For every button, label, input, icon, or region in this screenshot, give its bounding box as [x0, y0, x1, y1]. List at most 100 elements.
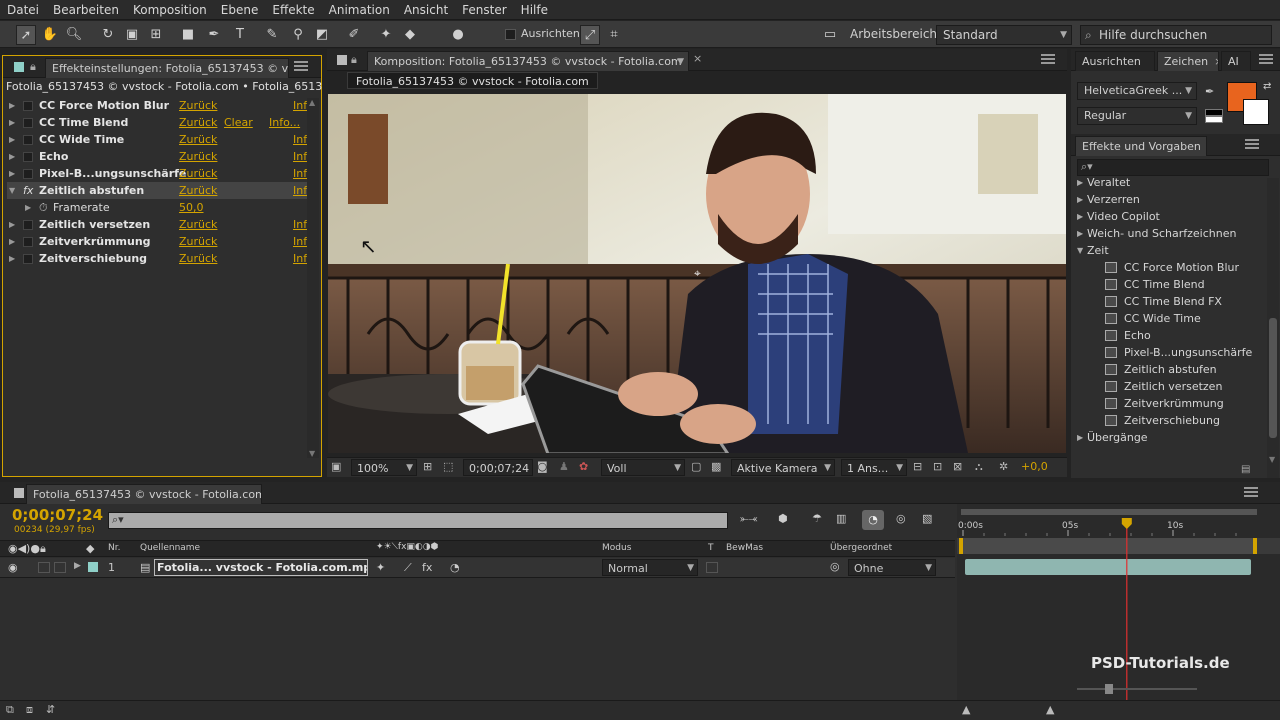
property-row[interactable]: ▶ ⏱ Framerate 50,0 [7, 199, 307, 216]
menu-item-6[interactable]: Ansicht [397, 0, 455, 20]
in-out-icon[interactable]: ⇵ [46, 703, 55, 716]
swap-colors-icon[interactable]: ⇄ [1263, 81, 1271, 92]
effect-enable-checkbox[interactable] [23, 152, 33, 162]
expand-triangle-icon[interactable]: ▶ [25, 199, 31, 216]
effect-info-link[interactable]: Inf [293, 97, 307, 114]
preset-item[interactable]: Zeitlich versetzen [1071, 378, 1266, 395]
selection-tool-icon[interactable]: ➚ [16, 25, 36, 45]
timeline-search-input[interactable]: ⌕▾ [108, 512, 728, 529]
draft-3d-icon[interactable]: ⬢ [778, 512, 788, 525]
menu-item-3[interactable]: Ebene [214, 0, 266, 20]
expand-triangle-icon[interactable]: ▶ [9, 131, 15, 148]
quality-switch-icon[interactable]: ⟋ [404, 561, 412, 575]
label-color-icon[interactable] [88, 562, 98, 572]
anchor-point-icon[interactable]: ⌖ [694, 266, 701, 281]
zoom-slider-handle[interactable] [1105, 684, 1113, 694]
camera-dropdown[interactable]: Aktive Kamera ▼ [731, 459, 835, 476]
effect-reset-link[interactable]: Zurück [179, 165, 217, 182]
effect-reset-link[interactable]: Zurück [179, 97, 217, 114]
modes-icon[interactable]: ⧈ [26, 703, 33, 717]
panel-menu-icon[interactable] [1259, 54, 1273, 64]
fast-previews-icon[interactable]: ⊡ [933, 460, 942, 473]
exposure-reset-icon[interactable]: ✲ [999, 460, 1008, 473]
roto-brush-tool-icon[interactable]: ✐ [344, 25, 364, 45]
timeline-icon[interactable]: ⊠ [953, 460, 962, 473]
tab-timeline[interactable]: Fotolia_65137453 © vvstock - Fotolia.com… [26, 484, 262, 504]
menu-item-2[interactable]: Komposition [126, 0, 214, 20]
camera-tool-icon[interactable]: ▣ [122, 25, 142, 45]
hand-tool-icon[interactable]: ✋ [40, 25, 60, 45]
effect-row[interactable]: ▶ Echo Zurück Inf [7, 148, 307, 165]
preset-category[interactable]: ▶ Veraltet [1071, 174, 1266, 191]
expand-triangle-icon[interactable]: ▼ [9, 182, 15, 199]
preset-item[interactable]: CC Force Motion Blur [1071, 259, 1266, 276]
effect-row[interactable]: ▼ fx Zeitlich abstufen Zurück Inf [7, 182, 307, 199]
effect-reset-link[interactable]: Zurück [179, 233, 217, 250]
table-row[interactable]: ◉ ▶ 1 ▤ Fotolia... vvstock - Fotolia.com… [0, 558, 955, 578]
scrollbar[interactable]: ▲ ▼ [307, 98, 319, 458]
property-value[interactable]: 50,0 [179, 199, 204, 216]
fx-icon[interactable]: fx [23, 182, 33, 199]
expand-triangle-icon[interactable]: ▶ [1077, 429, 1083, 446]
tab-character[interactable]: Zeichen× [1157, 51, 1219, 71]
tab-align[interactable]: Ausrichten [1075, 51, 1155, 71]
effect-info-link[interactable]: Inf [293, 131, 307, 148]
expand-triangle-icon[interactable]: ▶ [9, 250, 15, 267]
views-dropdown[interactable]: 1 Ans... ▼ [841, 459, 907, 476]
parent-dropdown[interactable]: Ohne ▼ [848, 559, 936, 576]
expand-triangle-icon[interactable]: ▶ [1077, 208, 1083, 225]
expand-triangle-icon[interactable]: ▶ [1077, 191, 1083, 208]
preset-category[interactable]: ▶ Video Copilot [1071, 208, 1266, 225]
exposure-value[interactable]: +0,0 [1021, 460, 1048, 473]
effect-info-link[interactable]: Inf [293, 165, 307, 182]
preserve-transparency-checkbox[interactable] [706, 562, 718, 573]
eye-icon[interactable]: ◉ [8, 561, 18, 574]
rotate-tool-icon[interactable]: ↻ [98, 25, 118, 45]
graph-editor-icon[interactable]: ◎ [896, 512, 906, 525]
menu-item-0[interactable]: Datei [0, 0, 46, 20]
expand-triangle-icon[interactable]: ▶ [1077, 174, 1083, 191]
expand-triangle-icon[interactable]: ▼ [1077, 242, 1083, 259]
frame-blending-icon[interactable]: ▥ [836, 512, 846, 525]
preset-item[interactable]: Zeitlich abstufen [1071, 361, 1266, 378]
effect-row[interactable]: ▶ Zeitverschiebung Zurück Inf [7, 250, 307, 267]
pen-tool-icon[interactable]: ✒ [204, 25, 224, 45]
effect-row[interactable]: ▶ CC Wide Time Zurück Inf [7, 131, 307, 148]
solo-checkbox[interactable] [54, 562, 66, 573]
expand-triangle-icon[interactable]: ▶ [9, 165, 15, 182]
pan-behind-tool-icon[interactable]: ⊞ [146, 25, 166, 45]
motion-blur-icon[interactable]: ◔ [862, 510, 884, 530]
brush-tool-icon[interactable]: ✎ [262, 25, 282, 45]
help-search-input[interactable]: ⌕ Hilfe durchsuchen [1080, 25, 1272, 45]
effect-reset-link[interactable]: Zurück [179, 182, 217, 199]
zoom-slider[interactable] [1077, 684, 1197, 694]
effect-reset-link[interactable]: Zurück [179, 216, 217, 233]
timecode-field[interactable]: 0;00;07;24 [463, 459, 533, 476]
zoom-in-icon[interactable]: ▲ [1046, 703, 1054, 716]
grid-icon[interactable]: ⊞ [423, 460, 432, 473]
preset-category[interactable]: ▼ Zeit [1071, 242, 1266, 259]
stopwatch-icon[interactable]: ⏱ [39, 199, 48, 216]
menu-item-5[interactable]: Animation [322, 0, 397, 20]
eraser-tool-icon[interactable]: ◩ [312, 25, 332, 45]
preset-item[interactable]: CC Wide Time [1071, 310, 1266, 327]
preset-item[interactable]: Pixel-B...ungsunschärfe [1071, 344, 1266, 361]
flowchart-icon[interactable]: ⛬ [975, 460, 983, 474]
snap-icon[interactable]: ⤢ [580, 25, 600, 45]
scrollbar[interactable]: ▼ [1267, 178, 1279, 478]
tab-effects-presets[interactable]: Effekte und Vorgaben× [1075, 136, 1207, 156]
eyedropper-icon[interactable]: ✒ [1205, 85, 1214, 98]
lock-icon[interactable]: 🔒︎ [30, 60, 36, 74]
always-preview-icon[interactable]: ▣ [331, 460, 341, 473]
menu-item-4[interactable]: Effekte [265, 0, 321, 20]
snapshot-icon[interactable]: ◙ [537, 460, 548, 473]
effect-row[interactable]: ▶ Zeitverkrümmung Zurück Inf [7, 233, 307, 250]
expand-triangle-icon[interactable]: ▶ [1077, 225, 1083, 242]
preset-item[interactable]: CC Time Blend [1071, 276, 1266, 293]
comp-subtab[interactable]: Fotolia_65137453 © vvstock - Fotolia.com [347, 72, 598, 89]
menu-item-1[interactable]: Bearbeiten [46, 0, 126, 20]
mask-visibility-icon[interactable]: ⬚ [443, 460, 453, 473]
audio-checkbox[interactable] [38, 562, 50, 573]
motion-blur-switch-icon[interactable]: ◔ [450, 561, 460, 574]
effect-enable-checkbox[interactable] [23, 237, 33, 247]
